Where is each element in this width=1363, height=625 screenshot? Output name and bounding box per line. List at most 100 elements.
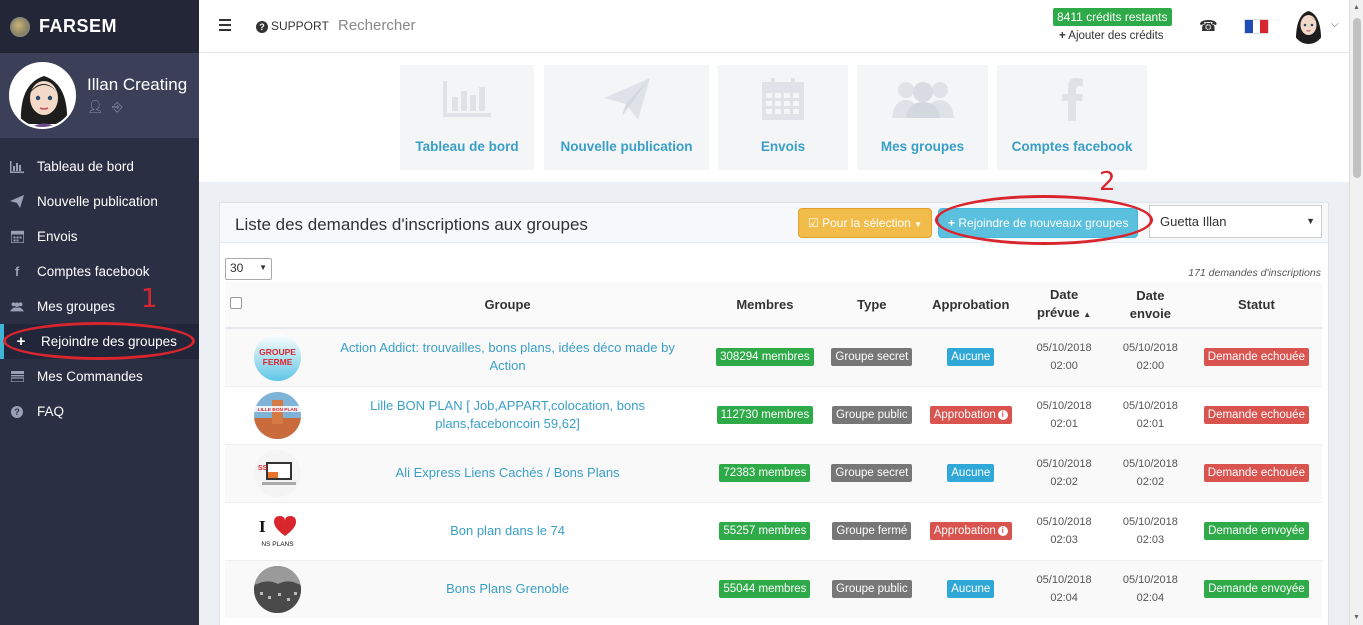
question-icon: ?	[256, 21, 268, 33]
group-image[interactable]: LILLE BON PLAN	[253, 391, 301, 439]
scroll-down-icon[interactable]: ▼	[1353, 614, 1360, 621]
scroll-up-icon[interactable]: ▲	[1353, 4, 1360, 11]
approval-label: Aucune	[951, 351, 991, 364]
sidebar-item-faq[interactable]: ? FAQ	[0, 394, 199, 429]
sidebar-item-nouvelle-publication[interactable]: Nouvelle publication	[0, 184, 199, 219]
account-select[interactable]: Guetta Illan ▼	[1149, 205, 1322, 238]
selection-action-button[interactable]: ☑ Pour la sélection ▼	[798, 208, 933, 238]
group-image[interactable]: SS	[253, 449, 301, 497]
add-credits-link[interactable]: + Ajouter des crédits	[1059, 30, 1164, 42]
tile-label: Envois	[760, 139, 806, 154]
status-badge: Demande echouée	[1203, 406, 1309, 424]
column-header-type[interactable]: Type	[820, 282, 924, 329]
group-name-link[interactable]: Ali Express Liens Cachés / Bons Plans	[396, 465, 620, 480]
sent-date-cell: 05/10/2018 02:00	[1110, 327, 1191, 386]
tile-comptes-facebook[interactable]: Comptes facebook	[997, 65, 1147, 170]
user-icon[interactable]: 👤︎	[87, 99, 104, 114]
sidebar-item-envois[interactable]: Envois	[0, 219, 199, 254]
sent-time: 02:04	[1136, 592, 1165, 605]
column-header-approbation[interactable]: Approbation	[923, 282, 1019, 329]
group-image[interactable]: I NS PLANS	[253, 507, 301, 555]
tile-mes-groupes[interactable]: Mes groupes	[857, 65, 988, 170]
planned-date: 05/10/2018	[1036, 516, 1092, 528]
annotation-number-1: 1	[141, 284, 158, 314]
group-image-cell	[249, 559, 306, 618]
approval-cell: Aucune	[923, 443, 1019, 502]
group-image-cell: GROUPE FERME	[249, 327, 306, 386]
group-name-link[interactable]: Lille BON PLAN [ Job,APPART,colocation, …	[370, 398, 645, 431]
sent-date: 05/10/2018	[1122, 400, 1178, 412]
type-cell: Groupe fermé	[820, 501, 924, 560]
tile-envois[interactable]: Envois	[718, 65, 848, 170]
logo-icon	[10, 16, 30, 37]
table-row[interactable]: I NS PLANS Bon plan dans le 74 55257 memb…	[225, 501, 1322, 560]
sent-time: 02:00	[1136, 360, 1165, 373]
join-new-groups-button[interactable]: + Rejoindre de nouveaux groupes	[938, 208, 1139, 238]
sidebar-item-label: Nouvelle publication	[37, 194, 158, 209]
logout-icon[interactable]: ⎆	[112, 99, 122, 114]
status-badge: Demande echouée	[1203, 348, 1309, 367]
select-all-checkbox[interactable]	[230, 297, 242, 309]
sent-date: 05/10/2018	[1122, 574, 1178, 587]
user-avatar[interactable]	[1292, 7, 1325, 44]
sidebar-item-mes-groupes[interactable]: Mes groupes	[0, 289, 199, 324]
sidebar-item-tableau-de-bord[interactable]: Tableau de bord	[0, 149, 199, 184]
table-row[interactable]: Bons Plans Grenoble 55044 membres Groupe…	[225, 559, 1322, 618]
approval-badge: Aucune	[947, 580, 995, 599]
support-link[interactable]: ? SUPPORT	[256, 19, 329, 33]
column-header-membres[interactable]: Membres	[709, 282, 821, 329]
svg-text:NS PLANS: NS PLANS	[261, 541, 294, 548]
paper-plane-icon	[544, 65, 709, 125]
search-input[interactable]: Rechercher	[338, 17, 416, 34]
support-label: SUPPORT	[271, 19, 329, 33]
members-badge: 55257 membres	[719, 522, 811, 540]
column-header-date-prevue[interactable]: Date prévue ▲	[1018, 282, 1111, 329]
avatar[interactable]	[9, 62, 76, 129]
chevron-down-icon[interactable]: ⌵	[1331, 19, 1339, 30]
info-icon[interactable]: i	[997, 409, 1008, 420]
facebook-icon: f	[14, 264, 20, 279]
sidebar-item-comptes-facebook[interactable]: f Comptes facebook	[0, 254, 199, 289]
scrollbar-thumb[interactable]	[1353, 18, 1361, 178]
chart-icon	[400, 65, 534, 125]
group-name-link[interactable]: Bon plan dans le 74	[450, 523, 565, 538]
group-image[interactable]: GROUPE FERME	[253, 333, 301, 381]
row-checkbox-cell	[225, 501, 250, 560]
group-type-badge: Groupe secret	[831, 348, 913, 367]
flag-fr-icon[interactable]	[1244, 19, 1269, 34]
approval-badge: Approbation i	[929, 522, 1012, 540]
column-header-groupe[interactable]: Groupe	[305, 282, 710, 329]
members-cell: 308294 membres	[709, 327, 821, 386]
svg-text:FERME: FERME	[263, 357, 293, 367]
page-scrollbar[interactable]: ▲ ▼	[1349, 0, 1363, 625]
brand-name: FARSEM	[39, 16, 118, 36]
image-column-header	[249, 282, 306, 329]
sent-time: 02:01	[1136, 418, 1165, 430]
sidebar-item-rejoindre-des-groupes[interactable]: + Rejoindre des groupes	[0, 324, 199, 359]
brand[interactable]: FARSEM	[0, 0, 199, 53]
phone-icon[interactable]: ☎	[1199, 17, 1218, 35]
table-row[interactable]: GROUPE FERME Action Addict: trouvailles, …	[225, 327, 1322, 386]
tile-nouvelle-publication[interactable]: Nouvelle publication	[544, 65, 709, 170]
status-cell: Demande echouée	[1190, 385, 1322, 444]
planned-date: 05/10/2018	[1036, 574, 1092, 587]
info-icon[interactable]: i	[997, 525, 1008, 536]
panel-title: Liste des demandes d'inscriptions aux gr…	[235, 215, 588, 234]
svg-text:LILLE BON PLAN: LILLE BON PLAN	[258, 407, 298, 413]
table-row[interactable]: SS Ali Express Liens Cachés / Bons Plans…	[225, 443, 1322, 502]
sidebar-item-mes-commandes[interactable]: Mes Commandes	[0, 359, 199, 394]
column-header-date-envoie[interactable]: Date envoie	[1110, 282, 1191, 329]
tile-tableau-de-bord[interactable]: Tableau de bord	[400, 65, 534, 170]
page-size-select[interactable]: 30 ▼	[225, 258, 272, 280]
column-header-statut[interactable]: Statut	[1190, 282, 1322, 329]
status-cell: Demande echouée	[1190, 327, 1322, 386]
group-name-link[interactable]: Bons Plans Grenoble	[446, 581, 569, 596]
members-cell: 55257 membres	[709, 501, 821, 560]
menu-icon[interactable]	[219, 19, 231, 34]
table-row[interactable]: LILLE BON PLAN Lille BON PLAN [ Job,APPA…	[225, 385, 1322, 444]
group-image[interactable]	[253, 565, 301, 613]
group-name-link[interactable]: Action Addict: trouvailles, bons plans, …	[340, 340, 675, 373]
members-cell: 55044 membres	[709, 559, 821, 618]
members-cell: 72383 membres	[709, 443, 821, 502]
type-cell: Groupe public	[820, 559, 924, 618]
